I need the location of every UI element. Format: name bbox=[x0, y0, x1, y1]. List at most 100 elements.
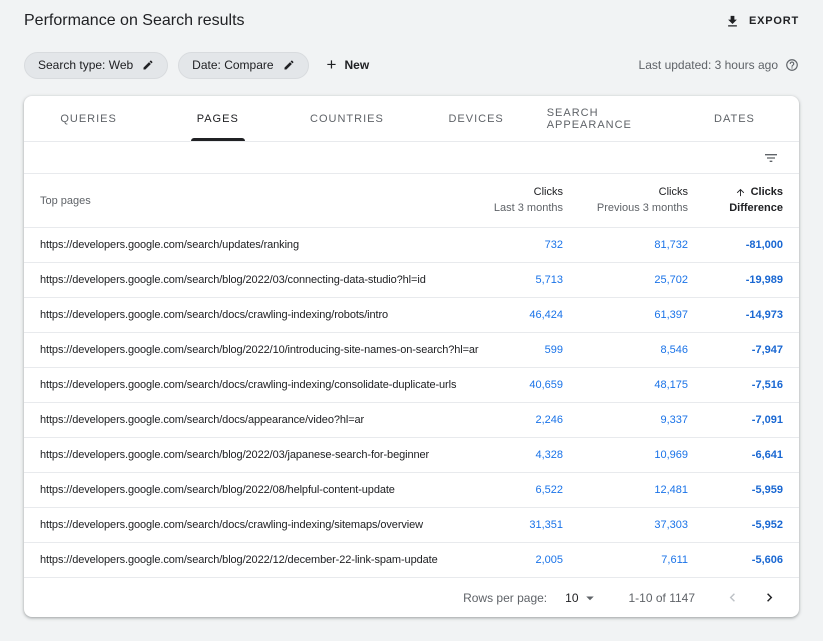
clicks-previous-value: 25,702 bbox=[563, 274, 688, 286]
clicks-previous-value: 9,337 bbox=[563, 414, 688, 426]
pagination-range: 1-10 of 1147 bbox=[629, 591, 696, 605]
clicks-last-value: 46,424 bbox=[483, 309, 563, 321]
previous-page-button[interactable] bbox=[721, 586, 744, 609]
clicks-last-value: 599 bbox=[483, 344, 563, 356]
page-url: https://developers.google.com/search/doc… bbox=[40, 519, 483, 531]
new-filter-button[interactable]: + New bbox=[327, 57, 370, 74]
table-row[interactable]: https://developers.google.com/search/blo… bbox=[24, 333, 799, 368]
page-url: https://developers.google.com/search/blo… bbox=[40, 554, 483, 566]
clicks-difference-value: -5,959 bbox=[688, 484, 783, 496]
table-header-row: Top pages Clicks Last 3 months Clicks Pr… bbox=[24, 174, 799, 228]
search-type-chip[interactable]: Search type: Web bbox=[24, 52, 168, 79]
tab-search-appearance[interactable]: SEARCH APPEARANCE bbox=[541, 96, 670, 141]
column-title: Clicks bbox=[563, 186, 688, 199]
clicks-last-value: 6,522 bbox=[483, 484, 563, 496]
column-subtitle: Difference bbox=[688, 202, 783, 215]
top-bar: Performance on Search results EXPORT bbox=[0, 0, 823, 42]
clicks-previous-value: 37,303 bbox=[563, 519, 688, 531]
page-url: https://developers.google.com/search/upd… bbox=[40, 239, 483, 251]
tab-label: DEVICES bbox=[442, 96, 509, 141]
clicks-difference-header[interactable]: Clicks Difference bbox=[688, 186, 783, 215]
column-title: Clicks bbox=[483, 186, 563, 199]
clicks-difference-value: -7,516 bbox=[688, 379, 783, 391]
table-row[interactable]: https://developers.google.com/search/doc… bbox=[24, 508, 799, 543]
clicks-difference-value: -81,000 bbox=[688, 239, 783, 251]
column-subtitle: Previous 3 months bbox=[563, 202, 688, 215]
clicks-difference-value: -5,952 bbox=[688, 519, 783, 531]
clicks-previous-value: 12,481 bbox=[563, 484, 688, 496]
next-page-button[interactable] bbox=[758, 586, 781, 609]
clicks-difference-value: -5,606 bbox=[688, 554, 783, 566]
performance-report-page: Performance on Search results EXPORT Sea… bbox=[0, 0, 823, 617]
table-row[interactable]: https://developers.google.com/search/blo… bbox=[24, 543, 799, 578]
filter-chips: Search type: Web Date: Compare + New bbox=[24, 52, 369, 79]
column-subtitle: Last 3 months bbox=[483, 202, 563, 215]
clicks-previous-value: 7,611 bbox=[563, 554, 688, 566]
clicks-last-value: 2,246 bbox=[483, 414, 563, 426]
clicks-last-value: 4,328 bbox=[483, 449, 563, 461]
export-label: EXPORT bbox=[749, 15, 799, 27]
last-updated-area: Last updated: 3 hours ago bbox=[639, 58, 799, 72]
table-row[interactable]: https://developers.google.com/search/blo… bbox=[24, 263, 799, 298]
clicks-difference-value: -19,989 bbox=[688, 274, 783, 286]
tab-devices[interactable]: DEVICES bbox=[412, 96, 541, 141]
tab-queries[interactable]: QUERIES bbox=[24, 96, 153, 141]
table-toolbar bbox=[24, 142, 799, 174]
page-url: https://developers.google.com/search/blo… bbox=[40, 274, 483, 286]
tab-pages[interactable]: PAGES bbox=[153, 96, 282, 141]
help-icon[interactable] bbox=[785, 58, 799, 72]
clicks-difference-value: -6,641 bbox=[688, 449, 783, 461]
new-filter-label: New bbox=[344, 58, 369, 72]
clicks-last-value: 5,713 bbox=[483, 274, 563, 286]
table-row[interactable]: https://developers.google.com/search/blo… bbox=[24, 438, 799, 473]
pages-table-body: https://developers.google.com/search/upd… bbox=[24, 228, 799, 578]
dimension-tabs: QUERIES PAGES COUNTRIES DEVICES SEARCH A… bbox=[24, 96, 799, 142]
tab-label: SEARCH APPEARANCE bbox=[541, 96, 670, 141]
plus-icon: + bbox=[327, 56, 337, 73]
table-row[interactable]: https://developers.google.com/search/doc… bbox=[24, 368, 799, 403]
table-row[interactable]: https://developers.google.com/search/doc… bbox=[24, 298, 799, 333]
sort-ascending-icon bbox=[735, 187, 746, 198]
tab-countries[interactable]: COUNTRIES bbox=[282, 96, 411, 141]
page-url: https://developers.google.com/search/blo… bbox=[40, 344, 483, 356]
download-icon bbox=[725, 14, 740, 29]
rows-per-page-value: 10 bbox=[565, 591, 578, 605]
tab-label: DATES bbox=[708, 96, 761, 141]
last-updated-text: Last updated: 3 hours ago bbox=[639, 58, 778, 72]
page-url: https://developers.google.com/search/blo… bbox=[40, 449, 483, 461]
clicks-last-value: 732 bbox=[483, 239, 563, 251]
top-pages-header[interactable]: Top pages bbox=[40, 195, 483, 207]
clicks-last-value: 2,005 bbox=[483, 554, 563, 566]
clicks-last-value: 40,659 bbox=[483, 379, 563, 391]
search-type-chip-label: Search type: Web bbox=[38, 58, 133, 72]
tab-label: COUNTRIES bbox=[304, 96, 390, 141]
clicks-last-value: 31,351 bbox=[483, 519, 563, 531]
table-row[interactable]: https://developers.google.com/search/upd… bbox=[24, 228, 799, 263]
tab-dates[interactable]: DATES bbox=[670, 96, 799, 141]
rows-per-page-label: Rows per page: bbox=[463, 591, 547, 605]
page-url: https://developers.google.com/search/doc… bbox=[40, 414, 483, 426]
table-row[interactable]: https://developers.google.com/search/blo… bbox=[24, 473, 799, 508]
page-url: https://developers.google.com/search/doc… bbox=[40, 309, 483, 321]
export-button[interactable]: EXPORT bbox=[725, 14, 799, 29]
edit-pencil-icon bbox=[283, 59, 295, 71]
clicks-previous-value: 61,397 bbox=[563, 309, 688, 321]
clicks-previous-value: 8,546 bbox=[563, 344, 688, 356]
clicks-previous-value: 10,969 bbox=[563, 449, 688, 461]
edit-pencil-icon bbox=[142, 59, 154, 71]
rows-per-page-select[interactable]: 10 bbox=[565, 589, 598, 607]
filter-list-icon[interactable] bbox=[759, 146, 783, 170]
page-title: Performance on Search results bbox=[24, 12, 245, 30]
clicks-last-header[interactable]: Clicks Last 3 months bbox=[483, 186, 563, 215]
clicks-previous-header[interactable]: Clicks Previous 3 months bbox=[563, 186, 688, 215]
dropdown-arrow-icon bbox=[581, 589, 599, 607]
date-compare-chip-label: Date: Compare bbox=[192, 58, 273, 72]
pagination-bar: Rows per page: 10 1-10 of 1147 bbox=[24, 578, 799, 617]
page-url: https://developers.google.com/search/doc… bbox=[40, 379, 483, 391]
tab-label: QUERIES bbox=[54, 96, 123, 141]
date-compare-chip[interactable]: Date: Compare bbox=[178, 52, 308, 79]
table-row[interactable]: https://developers.google.com/search/doc… bbox=[24, 403, 799, 438]
clicks-difference-value: -7,947 bbox=[688, 344, 783, 356]
clicks-difference-value: -14,973 bbox=[688, 309, 783, 321]
filter-bar: Search type: Web Date: Compare + New Las… bbox=[0, 48, 823, 82]
